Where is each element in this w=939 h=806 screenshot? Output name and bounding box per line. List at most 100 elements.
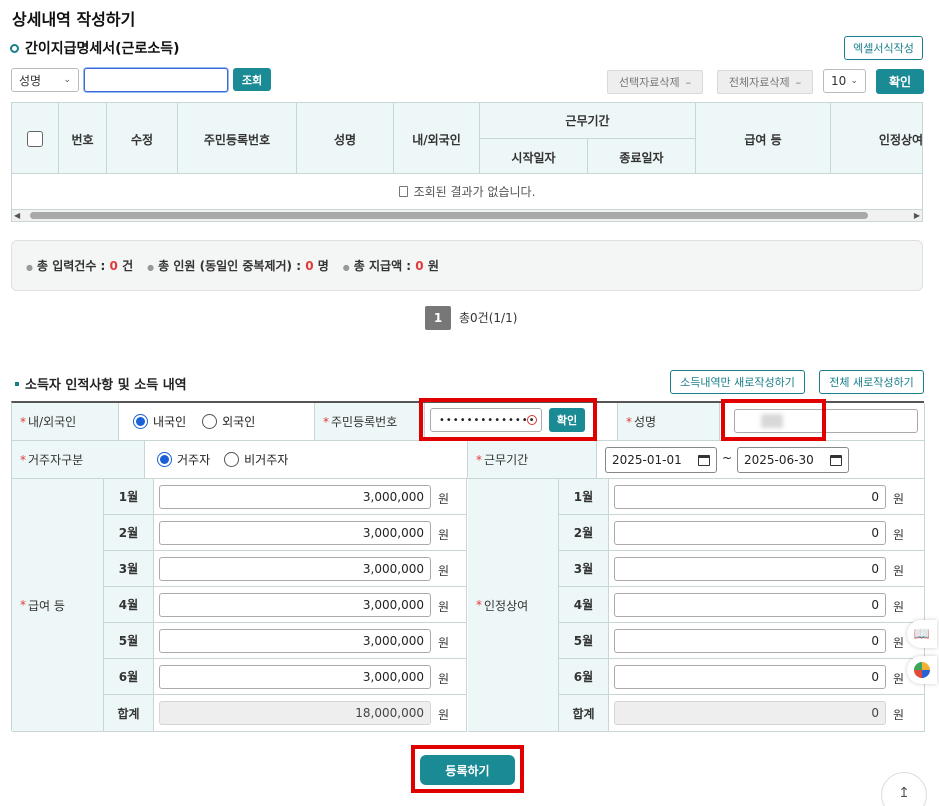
salary-total-label: 합계 [104, 695, 154, 732]
col-name: 성명 [297, 103, 394, 173]
section-title-label: 간이지급명세서(근로소득) [25, 41, 180, 57]
highlight-name [721, 399, 826, 441]
delete-selected-button[interactable]: 선택자료삭제 – [607, 70, 703, 94]
start-date-value: 2025-01-01 [612, 453, 682, 467]
foreign-radio[interactable]: 외국인 [202, 413, 255, 430]
col-bonus: 인정상여 [878, 132, 923, 147]
bonus-amount-cell: 0원 [609, 587, 925, 623]
salary-amount-input[interactable]: 3,000,000 [159, 665, 431, 689]
bonus-amount-input[interactable]: 0 [614, 629, 886, 653]
highlight-submit [411, 745, 524, 793]
bonus-month-label: 6월 [559, 659, 609, 695]
calendar-icon[interactable] [830, 454, 842, 466]
search-input[interactable] [84, 68, 228, 92]
scrollbar-thumb[interactable] [30, 212, 868, 219]
bonus-won-unit: 원 [893, 528, 905, 542]
result-table-header: 번호 수정 주민등록번호 성명 내/외국인 근무기간 시작일자 종료일자 급여 … [11, 102, 923, 174]
bonus-amount-input[interactable]: 0 [614, 521, 886, 545]
bonus-total-label: 합계 [559, 695, 609, 732]
col-salary: 급여 등 [696, 103, 831, 173]
page-title: 상세내역 작성하기 [12, 10, 136, 29]
bonus-amount-cell: 0원 [609, 659, 925, 695]
nonresident-radio[interactable]: 비거주자 [224, 451, 288, 468]
radio-unchecked-icon[interactable] [224, 452, 240, 467]
radio-checked-icon[interactable] [133, 414, 148, 429]
end-date-input[interactable]: 2025-06-30 [737, 447, 849, 473]
section-title: 간이지급명세서(근로소득) [10, 38, 179, 58]
salary-amount-cell: 3,000,000 원 [154, 479, 467, 515]
col-edit: 수정 [107, 103, 178, 173]
salary-month-label: 1월 [104, 479, 154, 515]
select-all-checkbox[interactable] [27, 131, 43, 147]
scroll-right-icon[interactable]: ▶ [914, 211, 920, 220]
salary-amount-input[interactable]: 3,000,000 [159, 593, 431, 617]
page-size-value: 10 [831, 74, 847, 88]
salary-amount-input[interactable]: 3,000,000 [159, 485, 431, 509]
col-rrn: 주민등록번호 [178, 103, 297, 173]
calendar-icon[interactable] [698, 454, 710, 466]
form-title-label: 소득자 인적사항 및 소득 내역 [25, 378, 187, 393]
empty-result-message: 조회된 결과가 없습니다. [413, 185, 536, 199]
confirm-button[interactable]: 확인 [876, 69, 924, 94]
new-all-button[interactable]: 전체 새로작성하기 [819, 370, 924, 394]
assistant-logo [914, 662, 930, 678]
excel-template-button[interactable]: 엑셀서식작성 [844, 36, 923, 60]
scroll-top-icon[interactable]: ↥ [881, 772, 927, 806]
col-work-period: 근무기간 [480, 103, 696, 139]
salary-amount-input[interactable]: 3,000,000 [159, 557, 431, 581]
summary-amount: ● 총 지급액 : 0 원 [342, 259, 439, 273]
radio-unchecked-icon[interactable] [202, 414, 218, 429]
bonus-won-unit: 원 [893, 492, 905, 506]
salary-won-unit: 원 [438, 600, 450, 614]
salary-amount-input[interactable]: 3,000,000 [159, 629, 431, 653]
salary-amount-cell: 3,000,000 원 [154, 551, 467, 587]
select-all-cell [12, 103, 59, 173]
radio-checked-icon[interactable] [157, 452, 172, 467]
salary-won-unit: 원 [438, 492, 450, 506]
delete-all-button[interactable]: 전체자료삭제 – [717, 70, 813, 94]
residency-label: * 거주자구분 [12, 441, 145, 479]
document-icon [398, 186, 408, 197]
bonus-amount-cell: 0원 [609, 695, 925, 732]
salary-month-label: 6월 [104, 659, 154, 695]
search-field-select[interactable]: 성명 ⌄ [11, 68, 79, 92]
rrn-label: * 주민등록번호 [315, 403, 425, 441]
domestic-radio[interactable]: 내국인 [133, 413, 186, 430]
bonus-amount-input[interactable]: 0 [614, 485, 886, 509]
salary-won-unit: 원 [438, 708, 450, 722]
page-1-button[interactable]: 1 [425, 306, 451, 330]
salary-month-label: 2월 [104, 515, 154, 551]
highlight-rrn [419, 398, 597, 441]
horizontal-scrollbar[interactable]: ◀ ▶ [11, 209, 923, 222]
bonus-month-label: 5월 [559, 623, 609, 659]
start-date-input[interactable]: 2025-01-01 [605, 447, 717, 473]
summary-people: ● 총 인원 (동일인 중복제거) : 0 명 [147, 259, 329, 273]
salary-month-label: 5월 [104, 623, 154, 659]
end-date-value: 2025-06-30 [744, 453, 814, 467]
bonus-month-label: 2월 [559, 515, 609, 551]
date-separator: ~ [722, 451, 733, 465]
col-end-date: 종료일자 [588, 139, 696, 173]
form-title: 소득자 인적사항 및 소득 내역 [15, 374, 187, 393]
chevron-down-icon: ⌄ [63, 75, 71, 85]
bonus-month-label: 3월 [559, 551, 609, 587]
page-size-select[interactable]: 10 ⌄ [823, 69, 866, 93]
resident-radio[interactable]: 거주자 [157, 451, 210, 468]
bonus-amount-cell: 0원 [609, 515, 925, 551]
bonus-amount-input[interactable]: 0 [614, 557, 886, 581]
salary-month-label: 4월 [104, 587, 154, 623]
salary-amount-cell: 3,000,000 원 [154, 587, 467, 623]
bonus-amount-cell: 0원 [609, 623, 925, 659]
bonus-label: * 인정상여 [468, 479, 559, 732]
assistant-icon[interactable] [907, 656, 937, 684]
summary-count: ● 총 입력건수 : 0 건 [26, 259, 134, 273]
col-no: 번호 [59, 103, 107, 173]
bonus-amount-input[interactable]: 0 [614, 665, 886, 689]
search-button[interactable]: 조회 [233, 68, 271, 91]
book-icon[interactable]: 📖 [907, 620, 937, 648]
bonus-amount-input[interactable]: 0 [614, 593, 886, 617]
salary-amount-input[interactable]: 3,000,000 [159, 521, 431, 545]
scroll-left-icon[interactable]: ◀ [14, 211, 20, 220]
new-income-only-button[interactable]: 소득내역만 새로작성하기 [670, 370, 805, 394]
bullet-icon [15, 381, 19, 386]
